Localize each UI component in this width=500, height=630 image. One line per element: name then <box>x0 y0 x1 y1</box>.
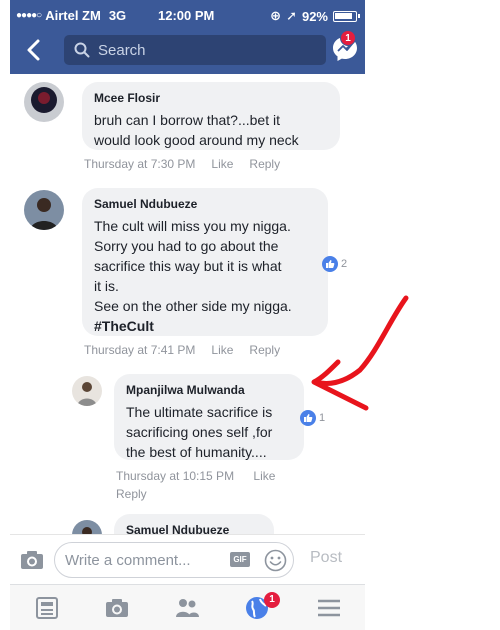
reply-link[interactable]: Reply <box>249 343 280 357</box>
comment-bubble: Samuel Ndubueze The cult will miss you m… <box>82 188 328 336</box>
reaction-number: 2 <box>341 258 348 270</box>
camera-icon[interactable] <box>104 595 130 621</box>
battery-percent: 92% <box>301 8 328 24</box>
comment-line: See on the other side my nigga. <box>94 298 292 314</box>
menu-icon[interactable] <box>316 595 342 621</box>
avatar-image <box>72 376 102 406</box>
comment-line: bruh can I borrow that?...bet it <box>94 112 280 128</box>
comment-meta: Thursday at 10:15 PM Like Reply <box>116 467 316 503</box>
thumbs-up-icon <box>322 256 338 272</box>
clock: 12:00 PM <box>158 8 215 23</box>
emoji-icon[interactable] <box>264 549 287 572</box>
carrier-name: Airtel ZM <box>45 8 101 23</box>
comment-line: the best of humanity.... <box>126 444 267 460</box>
comment-composer: Write a comment... GIF Post <box>10 534 365 584</box>
comment-bubble: Mpanjilwa Mulwanda The ultimate sacrific… <box>114 374 304 460</box>
friends-icon[interactable] <box>174 595 200 621</box>
comment-author[interactable]: Mcee Flosir <box>94 91 328 105</box>
avatar[interactable] <box>72 376 102 406</box>
comment-timestamp: Thursday at 10:15 PM <box>116 469 235 483</box>
status-right: ⊕ ➚ 92% <box>270 8 360 24</box>
comment-text: The cult will miss you my nigga. Sorry y… <box>94 216 316 336</box>
camera-icon[interactable] <box>20 549 44 571</box>
avatar-image <box>24 82 64 122</box>
comment-line: Sorry you had to go about the <box>94 238 279 254</box>
back-arrow-icon[interactable] <box>20 36 48 64</box>
gif-icon[interactable]: GIF <box>230 552 250 567</box>
avatar[interactable] <box>24 190 64 230</box>
like-link[interactable]: Like <box>211 343 233 357</box>
messenger-badge: 1 <box>340 30 356 46</box>
comment-line: it is. <box>94 278 119 294</box>
like-link[interactable]: Like <box>253 469 275 483</box>
comment-meta: Thursday at 7:30 PM Like Reply <box>84 157 280 171</box>
network-type: 3G <box>108 8 127 23</box>
hashtag-link[interactable]: #TheCult <box>94 316 316 336</box>
comment-author[interactable]: Samuel Ndubueze <box>94 197 316 211</box>
news-feed-icon[interactable] <box>34 595 60 621</box>
tab-bar <box>10 584 365 630</box>
comment-line: The cult will miss you my nigga. <box>94 218 291 234</box>
reply-link[interactable]: Reply <box>116 487 147 501</box>
comment-timestamp: Thursday at 7:41 PM <box>84 343 196 357</box>
comment-line: would look good around my neck <box>94 132 299 148</box>
comment-line: The ultimate sacrifice is <box>126 404 273 420</box>
avatar-image <box>24 190 64 230</box>
orientation-lock-icon: ⊕ <box>270 8 282 23</box>
comment-line: sacrificing ones self ,for <box>126 424 273 440</box>
top-bar: ●●●●○ Airtel ZM 3G 12:00 PM ⊕ ➚ 92% Sear… <box>10 0 365 74</box>
comment-line: sacrifice this way but it is what <box>94 258 282 274</box>
comment-text: The ultimate sacrifice is sacrificing on… <box>126 402 292 462</box>
search-placeholder: Search <box>98 41 146 59</box>
like-link[interactable]: Like <box>211 157 233 171</box>
comment-author[interactable]: Mpanjilwa Mulwanda <box>126 383 292 397</box>
comment-text: bruh can I borrow that?...bet it would l… <box>94 110 328 150</box>
search-bar[interactable]: Search <box>64 35 326 65</box>
search-icon <box>74 42 90 58</box>
reply-link[interactable]: Reply <box>249 157 280 171</box>
post-button[interactable]: Post <box>310 549 342 567</box>
status-bar: ●●●●○ Airtel ZM 3G 12:00 PM ⊕ ➚ 92% <box>10 0 365 30</box>
avatar[interactable] <box>24 82 64 122</box>
notifications-badge: 1 <box>264 592 280 608</box>
comment-timestamp: Thursday at 7:30 PM <box>84 157 196 171</box>
carrier-info: ●●●●○ Airtel ZM 3G <box>16 8 126 23</box>
comment-placeholder: Write a comment... <box>65 551 191 569</box>
battery-icon <box>333 10 360 22</box>
comment-meta: Thursday at 7:41 PM Like Reply <box>84 343 280 357</box>
annotation-arrow <box>311 295 409 411</box>
signal-dots-icon: ●●●●○ <box>16 10 42 21</box>
comment-input[interactable]: Write a comment... GIF <box>54 542 294 578</box>
comment-bubble: Mcee Flosir bruh can I borrow that?...be… <box>82 82 340 150</box>
location-icon: ➚ <box>286 8 297 23</box>
reaction-count[interactable]: 2 <box>322 256 347 272</box>
